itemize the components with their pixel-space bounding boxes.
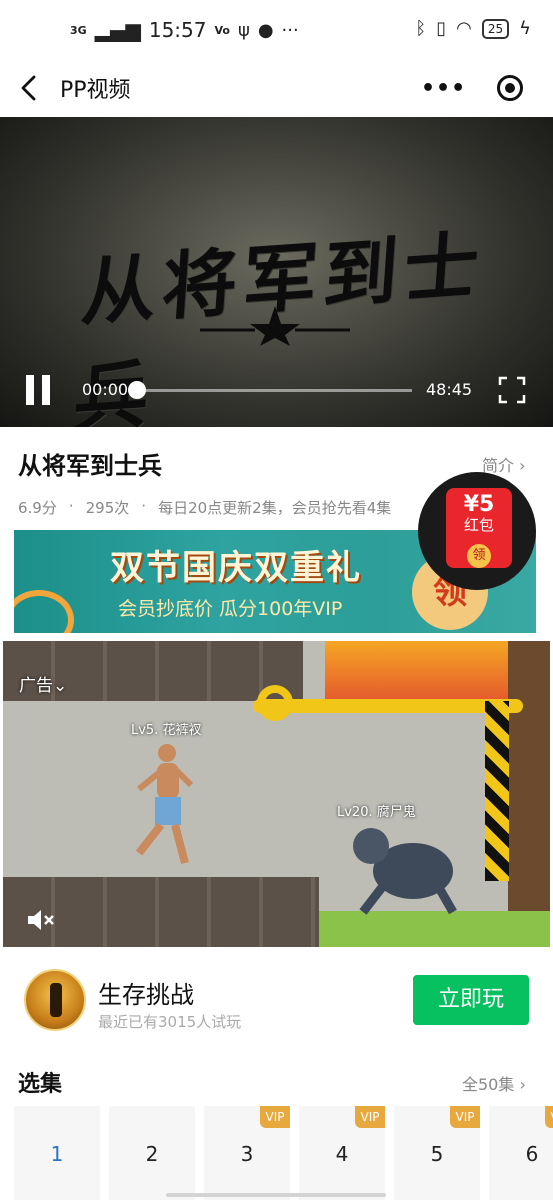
view-count: 295次: [85, 499, 130, 517]
ad-spike-bar: [485, 701, 509, 881]
red-packet-label: 红包: [463, 516, 494, 534]
vip-badge: VIP: [260, 1106, 290, 1128]
close-miniprogram-icon[interactable]: [497, 75, 523, 101]
episode-item[interactable]: 2: [109, 1106, 195, 1200]
progress-knob[interactable]: [128, 381, 146, 399]
pause-bar-right: [42, 375, 50, 405]
game-avatar[interactable]: [24, 969, 86, 1031]
pause-button[interactable]: [26, 375, 54, 405]
charging-icon: ϟ: [519, 18, 531, 39]
vip-badge: VIP: [450, 1106, 480, 1128]
ad-label[interactable]: 广告⌄: [19, 671, 67, 696]
wifi-icon: ◠: [456, 18, 472, 39]
star-emblem-icon: [200, 306, 350, 346]
battery-icon: 25: [481, 18, 510, 39]
banner-subtitle: 会员抄底价 瓜分100年VIP: [118, 598, 343, 620]
red-packet-claim: 领: [467, 544, 491, 568]
pause-bar-left: [26, 375, 34, 405]
fullscreen-icon[interactable]: [498, 376, 526, 404]
episode-item[interactable]: 1: [14, 1106, 100, 1200]
ad-lava: [325, 641, 525, 703]
vibrate-icon: ▯: [436, 18, 447, 39]
banner-decoration: [14, 590, 74, 633]
meta-dot: ·: [141, 497, 147, 515]
show-title: 从将军到士兵: [18, 452, 162, 480]
status-time: 15:57: [148, 18, 207, 42]
volte-icon: Vo: [214, 23, 230, 37]
total-time: 48:45: [426, 380, 473, 399]
game-ad-video[interactable]: 广告⌄ Lv5. 花裤衩 Lv20. 腐尸鬼: [3, 641, 550, 947]
player-level-label: Lv5. 花裤衩: [131, 723, 202, 738]
page-title: PP视频: [60, 78, 131, 103]
mute-icon[interactable]: [25, 905, 55, 935]
episode-item[interactable]: VIP 6: [489, 1106, 553, 1200]
episode-list: 1 2 VIP 3 VIP 4 VIP 5 VIP 6: [14, 1106, 553, 1200]
ad-grass-floor: [319, 911, 550, 947]
episode-number: 3: [240, 1142, 254, 1166]
episode-item[interactable]: VIP 4: [299, 1106, 385, 1200]
update-schedule: 每日20点更新2集，会员抢先看4集: [158, 499, 392, 517]
game-name[interactable]: 生存挑战: [98, 975, 194, 1010]
progress-track[interactable]: [130, 389, 412, 392]
signal-icon: ▂▄▆: [94, 18, 141, 42]
runner-character-icon: [135, 744, 193, 865]
rating: 6.9分: [18, 499, 57, 517]
more-options-icon[interactable]: •••: [421, 76, 466, 101]
red-packet-amount: ¥5: [463, 492, 495, 517]
bluetooth-icon: ᛒ: [415, 18, 427, 39]
episodes-header: 选集: [18, 1072, 63, 1097]
game-player-count: 最近已有3015人试玩: [98, 1013, 242, 1031]
status-right: ᛒ ▯ ◠ 25 ϟ: [415, 18, 531, 39]
episode-item[interactable]: VIP 5: [394, 1106, 480, 1200]
status-bar: 3G ▂▄▆ 15:57 Vo ψ ● ··· ᛒ ▯ ◠ 25 ϟ: [0, 0, 553, 60]
chat-bubble-icon: ●: [257, 19, 274, 41]
episode-number: 2: [145, 1142, 159, 1166]
game-avatar-figure: [50, 983, 62, 1017]
mini-program-capsule: •••: [405, 66, 539, 110]
home-indicator: [166, 1193, 386, 1197]
game-promo-row: 生存挑战 最近已有3015人试玩 立即玩: [0, 955, 553, 1045]
vip-badge: VIP: [545, 1106, 553, 1128]
episode-number: 5: [430, 1142, 444, 1166]
current-time: 00:00: [82, 380, 129, 399]
ad-wall: [508, 641, 550, 947]
red-packet-card: ¥5 红包 领: [446, 488, 512, 568]
network-indicator: 3G: [70, 23, 87, 37]
episode-number: 1: [50, 1142, 64, 1166]
usb-icon: ψ: [237, 19, 250, 41]
banner-title: 双节国庆双重礼: [110, 548, 362, 588]
episode-number: 4: [335, 1142, 349, 1166]
play-now-button[interactable]: 立即玩: [413, 975, 529, 1025]
nav-bar: PP视频 •••: [0, 60, 553, 116]
all-episodes-link[interactable]: 全50集 ›: [462, 1071, 526, 1095]
vip-badge: VIP: [355, 1106, 385, 1128]
ad-pin-ring: [257, 685, 293, 721]
red-packet-float[interactable]: ¥5 红包 领: [418, 472, 536, 590]
ad-pin: [253, 699, 523, 713]
zombie-character-icon: [353, 828, 457, 915]
show-meta: 6.9分 · 295次 · 每日20点更新2集，会员抢先看4集: [18, 497, 391, 518]
meta-dot: ·: [68, 497, 74, 515]
status-left: 3G ▂▄▆ 15:57 Vo ψ ● ···: [70, 18, 299, 42]
episode-item[interactable]: VIP 3: [204, 1106, 290, 1200]
episode-number: 6: [525, 1142, 539, 1166]
back-arrow-icon[interactable]: [18, 72, 42, 104]
more-notifications-icon: ···: [281, 19, 299, 41]
